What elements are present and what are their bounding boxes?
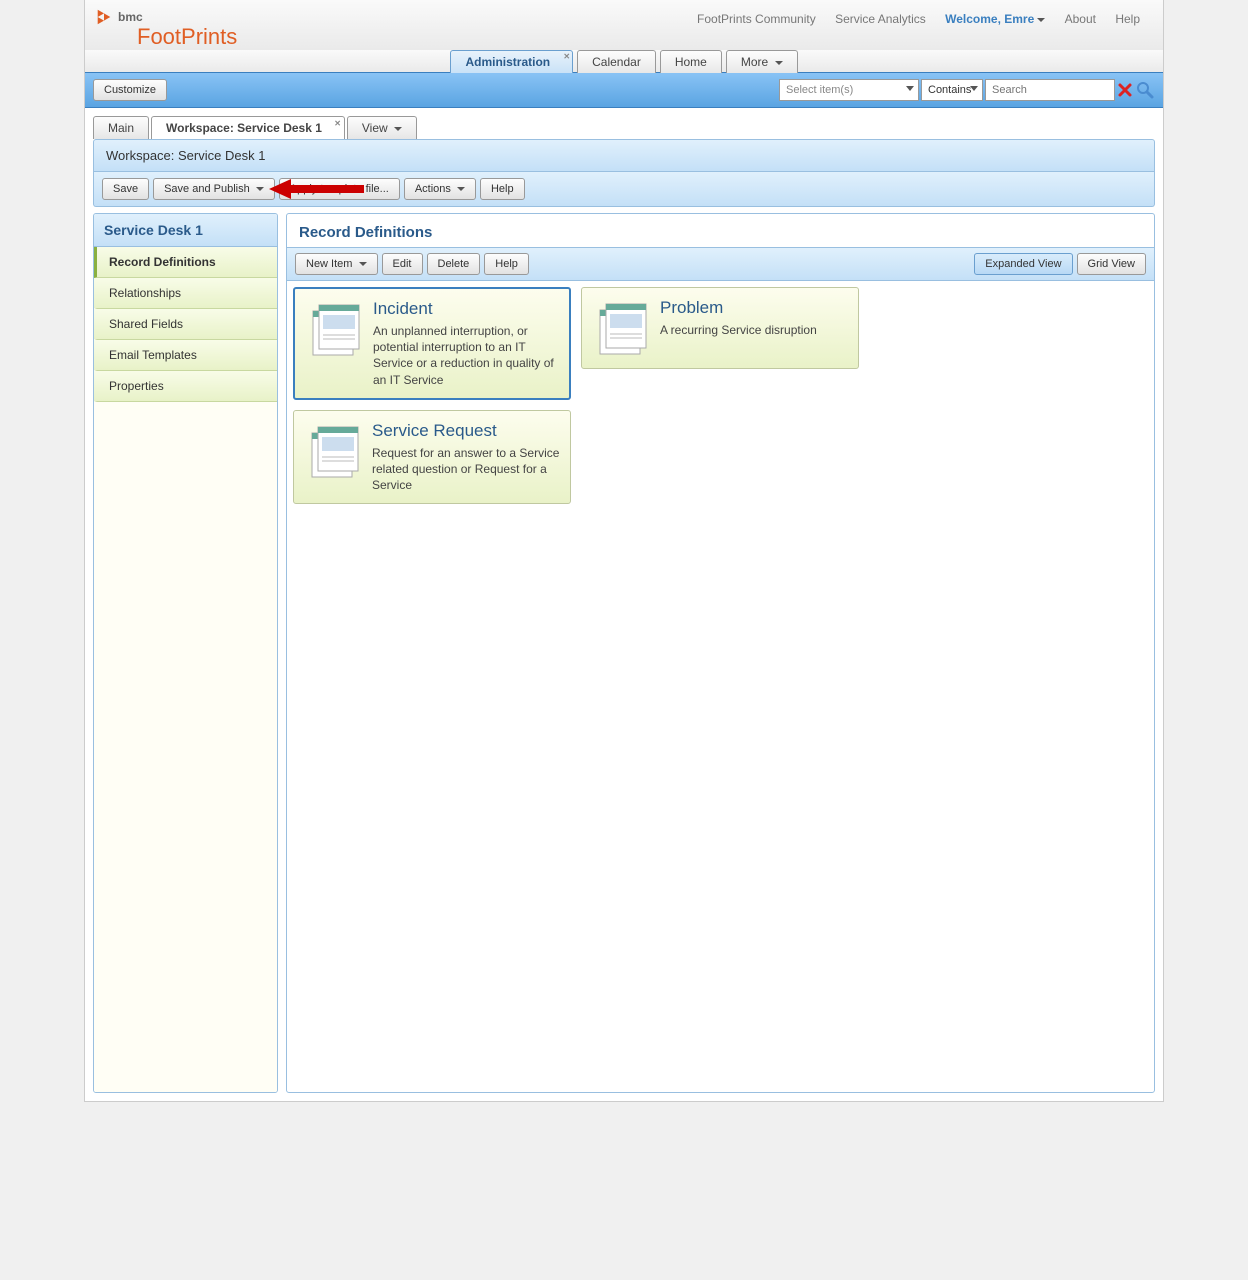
- search-icon[interactable]: [1135, 80, 1155, 100]
- sidebar-title: Service Desk 1: [94, 214, 277, 247]
- link-analytics[interactable]: Service Analytics: [835, 12, 926, 26]
- sidebar-item-relationships[interactable]: Relationships: [94, 278, 277, 309]
- button-label: Save and Publish: [164, 183, 250, 195]
- panel-help-button[interactable]: Help: [484, 253, 529, 275]
- caret-down-icon: [457, 187, 465, 191]
- inner-tab-view[interactable]: View: [347, 116, 417, 139]
- content-area: Service Desk 1 Record Definitions Relati…: [93, 213, 1155, 1093]
- sidebar-item-record-definitions[interactable]: Record Definitions: [94, 247, 277, 278]
- inner-tab-label: View: [362, 121, 388, 135]
- link-welcome[interactable]: Welcome, Emre: [945, 12, 1045, 26]
- cards-area: Incident An unplanned interruption, or p…: [287, 281, 1154, 510]
- caret-down-icon: [775, 61, 783, 65]
- grid-view-button[interactable]: Grid View: [1077, 253, 1146, 275]
- caret-down-icon: [1037, 18, 1045, 22]
- inner-tab-main[interactable]: Main: [93, 116, 149, 139]
- card-body: Problem A recurring Service disruption: [660, 298, 848, 358]
- nav-tab-label: More: [741, 55, 768, 69]
- card-desc: A recurring Service disruption: [660, 322, 848, 338]
- card-column-left: Incident An unplanned interruption, or p…: [293, 287, 571, 504]
- sidebar-fill: [94, 402, 277, 1092]
- customize-button[interactable]: Customize: [93, 79, 167, 101]
- document-stack-icon: [304, 421, 364, 481]
- card-incident[interactable]: Incident An unplanned interruption, or p…: [293, 287, 571, 400]
- nav-tab-label: Administration: [465, 55, 550, 69]
- panel-title: Record Definitions: [287, 214, 1154, 247]
- card-desc: Request for an answer to a Service relat…: [372, 445, 560, 494]
- nav-tab-home[interactable]: Home: [660, 50, 722, 73]
- expanded-view-button[interactable]: Expanded View: [974, 253, 1072, 275]
- card-service-request[interactable]: Service Request Request for an answer to…: [293, 410, 571, 505]
- clear-search-icon[interactable]: [1117, 82, 1133, 98]
- workspace-toolbar: Save Save and Publish Apply template fil…: [93, 172, 1155, 207]
- panel-toolbar: New Item Edit Delete Help Expanded View …: [287, 247, 1154, 281]
- inner-tab-label: Workspace: Service Desk 1: [166, 121, 322, 135]
- inner-tab-workspace[interactable]: Workspace: Service Desk 1 ✕: [151, 116, 345, 139]
- close-icon[interactable]: ✕: [563, 52, 570, 61]
- card-title: Problem: [660, 298, 848, 318]
- nav-tabs: Administration ✕ Calendar Home More: [448, 50, 799, 73]
- bmc-logo-icon: [95, 8, 113, 26]
- actions-button[interactable]: Actions: [404, 178, 476, 200]
- link-help[interactable]: Help: [1115, 12, 1140, 26]
- inner-tabs: Main Workspace: Service Desk 1 ✕ View: [93, 116, 1155, 139]
- link-community[interactable]: FootPrints Community: [697, 12, 816, 26]
- blue-toolbar: Customize Select item(s) Contains: [85, 72, 1163, 108]
- contains-dropdown[interactable]: Contains: [921, 79, 983, 101]
- card-title: Service Request: [372, 421, 560, 441]
- sidebar-item-properties[interactable]: Properties: [94, 371, 277, 402]
- main-panel: Record Definitions New Item Edit Delete …: [286, 213, 1155, 1093]
- document-stack-icon: [592, 298, 652, 358]
- nav-tab-calendar[interactable]: Calendar: [577, 50, 656, 73]
- card-body: Incident An unplanned interruption, or p…: [373, 299, 559, 388]
- search-bar: Select item(s) Contains: [779, 79, 1155, 101]
- header-top: bmc FootPrints FootPrints Community Serv…: [85, 0, 1163, 50]
- save-button[interactable]: Save: [102, 178, 149, 200]
- card-desc: An unplanned interruption, or potential …: [373, 323, 559, 388]
- app-window: bmc FootPrints FootPrints Community Serv…: [84, 0, 1164, 1102]
- link-about[interactable]: About: [1065, 12, 1096, 26]
- caret-down-icon: [394, 127, 402, 131]
- workspace-header: Workspace: Service Desk 1: [93, 139, 1155, 172]
- help-button[interactable]: Help: [480, 178, 525, 200]
- delete-button[interactable]: Delete: [427, 253, 481, 275]
- edit-button[interactable]: Edit: [382, 253, 423, 275]
- card-title: Incident: [373, 299, 559, 319]
- nav-tab-more[interactable]: More: [726, 50, 798, 73]
- search-input[interactable]: [985, 79, 1115, 101]
- logo-bmc-text: bmc: [118, 10, 143, 24]
- logo-product-text: FootPrints: [137, 24, 237, 50]
- button-label: New Item: [306, 258, 352, 270]
- button-label: Actions: [415, 183, 451, 195]
- save-publish-button[interactable]: Save and Publish: [153, 178, 275, 200]
- inner-tabs-wrap: Main Workspace: Service Desk 1 ✕ View: [85, 108, 1163, 139]
- close-icon[interactable]: ✕: [334, 119, 341, 128]
- top-links: FootPrints Community Service Analytics W…: [689, 12, 1148, 26]
- new-item-button[interactable]: New Item: [295, 253, 378, 275]
- apply-template-button[interactable]: Apply template file...: [279, 178, 400, 200]
- card-problem[interactable]: Problem A recurring Service disruption: [581, 287, 859, 369]
- document-stack-icon: [305, 299, 365, 359]
- nav-tab-administration[interactable]: Administration ✕: [450, 50, 573, 73]
- select-items-dropdown[interactable]: Select item(s): [779, 79, 919, 101]
- caret-down-icon: [256, 187, 264, 191]
- caret-down-icon: [359, 262, 367, 266]
- sidebar-item-shared-fields[interactable]: Shared Fields: [94, 309, 277, 340]
- sidebar-item-email-templates[interactable]: Email Templates: [94, 340, 277, 371]
- card-column-right: Problem A recurring Service disruption: [581, 287, 859, 504]
- card-body: Service Request Request for an answer to…: [372, 421, 560, 494]
- sidebar: Service Desk 1 Record Definitions Relati…: [93, 213, 278, 1093]
- nav-tabs-wrap: Administration ✕ Calendar Home More: [85, 50, 1163, 72]
